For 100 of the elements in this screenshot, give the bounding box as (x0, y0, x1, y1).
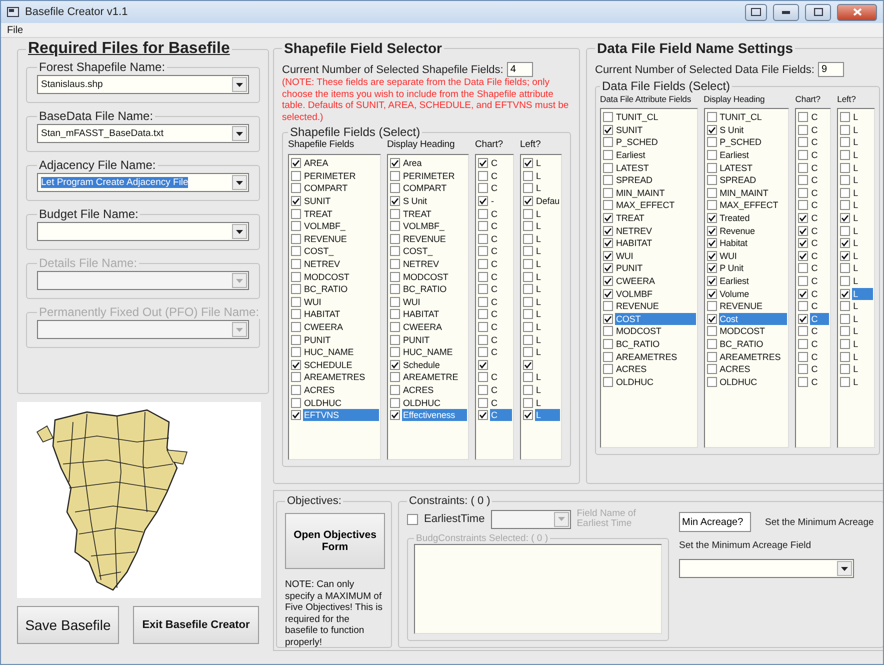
list-item[interactable]: Revenue (718, 224, 788, 237)
list-item[interactable]: C (490, 208, 512, 220)
checkbox[interactable] (603, 314, 613, 324)
list-item[interactable]: NETREV (402, 258, 467, 270)
list-item[interactable]: PUNIT (303, 334, 379, 346)
list-item[interactable]: BC_RATIO (615, 338, 696, 350)
list-item[interactable]: MIN_MAINT (718, 186, 788, 199)
checkbox[interactable] (478, 322, 488, 332)
list-item[interactable]: L (852, 250, 874, 262)
checkbox[interactable] (840, 213, 850, 224)
list-item[interactable]: L (535, 220, 560, 232)
list-item[interactable]: Earliest (718, 275, 788, 288)
list-item[interactable]: L (535, 371, 560, 384)
list-item[interactable]: COMPART (402, 182, 467, 194)
list-item[interactable]: C (490, 157, 512, 170)
list-item[interactable]: L (535, 157, 560, 170)
checkbox[interactable] (798, 364, 808, 374)
checkbox[interactable] (523, 322, 533, 332)
checkbox[interactable] (798, 314, 808, 324)
checkbox[interactable] (478, 284, 488, 294)
checkbox[interactable] (478, 183, 488, 194)
list-item[interactable]: C (810, 363, 830, 376)
list-item[interactable]: C (810, 262, 830, 274)
min-acreage-field[interactable]: Min Acreage? (679, 512, 751, 532)
checked-list-box[interactable]: L L L L L L L L L L L L L L L L L L L L L L (837, 108, 876, 448)
dropdown-field[interactable] (490, 510, 571, 528)
list-item[interactable]: L (852, 363, 874, 376)
checked-list-box[interactable]: L L L Defau L L L L L L L L L L L L L L L L (520, 154, 562, 460)
checkbox[interactable] (798, 326, 808, 336)
list-item[interactable]: C (490, 258, 512, 270)
checkbox[interactable] (603, 162, 613, 173)
checkbox[interactable] (840, 200, 850, 210)
list-item[interactable]: SCHEDULE (303, 358, 379, 371)
list-item[interactable]: C (810, 338, 830, 350)
checkbox[interactable] (523, 284, 533, 294)
list-item[interactable]: LATEST (615, 162, 696, 174)
list-item[interactable]: WUI (303, 296, 379, 308)
checkbox[interactable] (706, 112, 717, 122)
dropdown-field[interactable]: Stan_mFASST_BaseData.txt (37, 124, 249, 143)
checkbox[interactable] (798, 263, 808, 274)
checkbox[interactable] (840, 364, 850, 374)
list-item[interactable]: VOLMBF (615, 288, 696, 300)
checkbox[interactable] (390, 158, 400, 168)
list-item[interactable]: VOLMBF_ (303, 220, 379, 232)
checkbox[interactable] (390, 372, 400, 382)
checkbox[interactable] (840, 376, 850, 387)
list-item[interactable]: C (490, 270, 512, 283)
checkbox[interactable] (390, 170, 400, 181)
checkbox[interactable] (706, 326, 717, 336)
checkbox[interactable] (603, 338, 613, 349)
checked-list-box[interactable]: AREA PERIMETER COMPART SUNIT TREAT VOLMBF_ REVENUE COST_ NETREV MODCOST BC_RATIO WUI HABITAT CWEERA PUNIT HUC_NAME SCHEDULE AREAMETRES ACRES OLDHUC EFTVNS (288, 154, 381, 460)
list-item[interactable]: EFTVNS (303, 409, 379, 422)
checkbox[interactable] (706, 213, 717, 224)
list-item[interactable]: WUI (615, 250, 696, 262)
list-item[interactable]: OLDHUC (303, 396, 379, 409)
checkbox[interactable] (291, 296, 301, 307)
maximize-button[interactable] (805, 4, 831, 20)
list-item[interactable]: PERIMETER (303, 170, 379, 182)
list-item[interactable]: C (490, 220, 512, 232)
checkbox[interactable] (390, 234, 400, 244)
checkbox[interactable] (523, 410, 533, 420)
list-item[interactable]: MIN_MAINT (615, 186, 696, 199)
list-item[interactable]: COST_ (303, 245, 379, 258)
list-item[interactable]: C (810, 300, 830, 312)
list-item[interactable]: L (535, 232, 560, 245)
checkbox[interactable] (706, 188, 717, 198)
list-item[interactable]: C (810, 124, 830, 136)
checkbox[interactable] (523, 170, 533, 181)
checkbox[interactable] (798, 226, 808, 236)
list-item[interactable]: L (535, 170, 560, 182)
dropdown-field[interactable]: Let Program Create Adjacency File (37, 173, 249, 192)
checkbox[interactable] (798, 188, 808, 198)
list-item[interactable]: HABITAT (615, 237, 696, 250)
checkbox[interactable] (798, 175, 808, 186)
checkbox[interactable] (291, 196, 301, 206)
list-item[interactable]: HUC_NAME (303, 346, 379, 358)
list-item[interactable]: C (490, 384, 512, 396)
checkbox[interactable] (798, 288, 808, 299)
checkbox[interactable] (603, 301, 613, 312)
list-item[interactable]: C (810, 312, 830, 325)
minimize-button[interactable] (773, 4, 799, 20)
checkbox[interactable] (291, 347, 301, 358)
checkbox[interactable] (706, 124, 717, 135)
checkbox[interactable] (478, 309, 488, 320)
list-item[interactable]: L (535, 396, 560, 409)
list-item[interactable]: L (852, 174, 874, 186)
list-item[interactable]: L (852, 136, 874, 148)
checkbox[interactable] (706, 162, 717, 173)
list-item[interactable]: WUI (718, 250, 788, 262)
checkbox[interactable] (840, 175, 850, 186)
checkbox[interactable] (291, 410, 301, 420)
list-item[interactable]: Habitat (718, 237, 788, 250)
checkbox[interactable] (390, 259, 400, 270)
checkbox[interactable] (390, 196, 400, 206)
list-item[interactable]: Volume (718, 288, 788, 300)
list-item[interactable]: ACRES (303, 384, 379, 396)
checkbox[interactable] (291, 158, 301, 168)
checkbox[interactable] (603, 263, 613, 274)
list-item[interactable]: C (490, 346, 512, 358)
list-item[interactable]: HABITAT (402, 308, 467, 320)
